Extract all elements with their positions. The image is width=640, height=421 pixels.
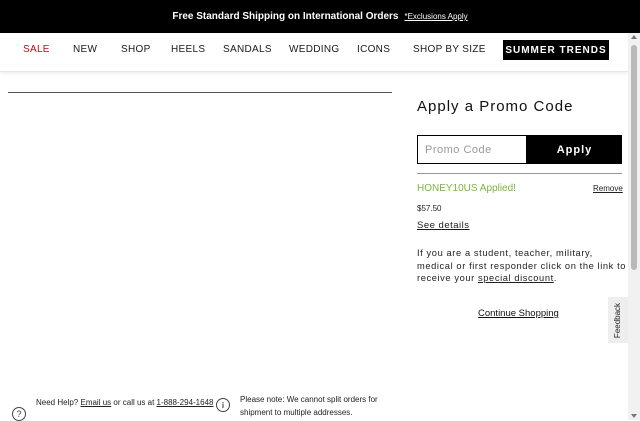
- need-help-label: Need Help?: [36, 398, 79, 407]
- shipping-banner: Free Standard Shipping on International …: [0, 0, 640, 33]
- scroll-down-icon[interactable]: [631, 414, 637, 418]
- see-details-link[interactable]: See details: [417, 220, 470, 231]
- shipping-message: Free Standard Shipping on International …: [172, 11, 399, 22]
- nav-item-wedding[interactable]: WEDDING: [289, 44, 339, 55]
- need-help-text: Need Help? Email us or call us at 1-888-…: [36, 396, 226, 409]
- nav-item-shop-by-size[interactable]: SHOP BY SIZE: [413, 44, 486, 55]
- promo-title: Apply a Promo Code: [417, 98, 574, 115]
- phone-link[interactable]: 1-888-294-1648: [157, 398, 214, 407]
- question-circle-icon: ?: [12, 407, 26, 421]
- email-us-link[interactable]: Email us: [80, 398, 111, 407]
- special-discount-link[interactable]: special discount: [478, 273, 554, 283]
- feedback-tab[interactable]: Feedback: [608, 297, 628, 343]
- nav-item-new[interactable]: NEW: [73, 44, 97, 55]
- call-us-text: or call us at: [113, 398, 155, 407]
- scroll-up-icon[interactable]: [631, 35, 637, 39]
- nav-item-sandals[interactable]: SANDALS: [223, 44, 272, 55]
- continue-shopping-link[interactable]: Continue Shopping: [478, 308, 559, 319]
- nav-item-shop[interactable]: SHOP: [121, 44, 151, 55]
- apply-promo-button[interactable]: Apply: [527, 135, 622, 164]
- exclusions-link[interactable]: *Exclusions Apply: [404, 12, 467, 21]
- nav-item-summer-trends[interactable]: SUMMER TRENDS: [503, 40, 609, 60]
- main-nav: SALE NEW SHOP HEELS SANDALS WEDDING ICON…: [0, 33, 628, 72]
- discount-amount: $57.50: [417, 204, 442, 213]
- nav-item-icons[interactable]: ICONS: [357, 44, 390, 55]
- student-discount-end: .: [553, 273, 557, 284]
- nav-item-heels[interactable]: HEELS: [171, 44, 205, 55]
- promo-divider: [417, 173, 622, 174]
- promo-code-input[interactable]: [417, 135, 527, 164]
- info-circle-icon: i: [216, 398, 230, 412]
- cart-divider: [8, 92, 392, 93]
- page-scrollbar[interactable]: [628, 33, 640, 420]
- promo-applied-message: HONEY10US Applied!: [417, 183, 516, 194]
- scrollbar-thumb[interactable]: [631, 45, 637, 270]
- nav-item-sale[interactable]: SALE: [23, 44, 50, 55]
- feedback-label: Feedback: [613, 302, 623, 338]
- split-order-note: Please note: We cannot split orders for …: [240, 395, 378, 417]
- remove-promo-link[interactable]: Remove: [593, 184, 623, 193]
- student-discount-text: If you are a student, teacher, military,…: [417, 247, 627, 285]
